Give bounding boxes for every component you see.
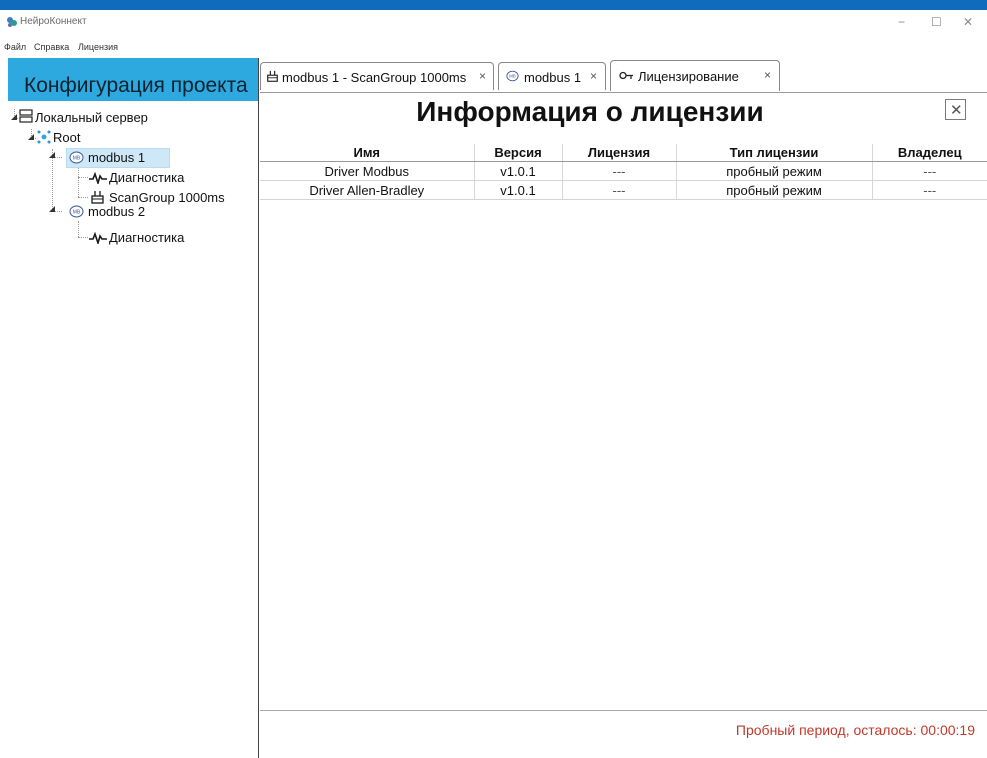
scangroup-icon: [267, 70, 278, 82]
tab-close-button[interactable]: ×: [590, 69, 597, 83]
svg-text:MB: MB: [509, 74, 516, 79]
cell-license-type: пробный режим: [675, 161, 872, 181]
main-content-area: modbus 1 - ScanGroup 1000ms × MB modbus …: [260, 58, 987, 758]
tree-guide: [78, 197, 88, 198]
key-icon: [619, 71, 633, 80]
project-tree: Локальный сервер Root MB modbus 1 Диагно…: [8, 101, 258, 401]
collapse-arrow-icon[interactable]: [10, 113, 18, 121]
scangroup-icon: [91, 191, 104, 204]
project-config-header: Конфигурация проекта: [8, 58, 258, 101]
tree-item-modbus1-diagnostics[interactable]: Диагностика: [109, 170, 184, 185]
tree-item-modbus2-diagnostics[interactable]: Диагностика: [109, 230, 184, 245]
project-config-panel: Конфигурация проекта Локальный сервер Ro…: [8, 58, 259, 758]
root-network-icon: [37, 130, 51, 144]
tab-modbus1[interactable]: MB modbus 1 ×: [498, 62, 606, 90]
tab-close-button[interactable]: ×: [479, 69, 486, 83]
project-config-title: Конфигурация проекта: [24, 74, 248, 97]
table-row[interactable]: Driver Modbus v1.0.1 --- пробный режим -…: [260, 161, 987, 181]
column-header-license-type[interactable]: Тип лицензии: [675, 144, 872, 162]
status-separator: [260, 710, 987, 711]
license-table: Имя Версия Лицензия Тип лицензии Владеле…: [260, 144, 987, 200]
cell-name: Driver Modbus: [260, 161, 474, 181]
collapse-arrow-icon[interactable]: [27, 133, 35, 141]
column-header-version[interactable]: Версия: [473, 144, 562, 162]
tree-guide: [78, 177, 88, 178]
close-page-button[interactable]: ✕: [945, 99, 966, 120]
column-header-name[interactable]: Имя: [260, 144, 474, 162]
cell-license-type: пробный режим: [675, 180, 872, 200]
tree-item-scangroup[interactable]: ScanGroup 1000ms: [109, 190, 225, 205]
server-icon: [19, 109, 33, 123]
trial-status-text: Пробный период, осталось: 00:00:19: [735, 722, 975, 738]
app-logo-icon: [7, 17, 17, 27]
modbus-device-icon: MB: [506, 70, 519, 82]
modbus-device-icon: MB: [69, 151, 84, 164]
column-header-license[interactable]: Лицензия: [561, 144, 676, 162]
menu-file[interactable]: Файл: [4, 42, 26, 52]
table-row[interactable]: Driver Allen-Bradley v1.0.1 --- пробный …: [260, 180, 987, 200]
cell-owner: ---: [871, 161, 987, 181]
modbus-device-icon: MB: [69, 205, 84, 218]
pulse-diagnostics-icon: [89, 232, 107, 244]
minimize-button[interactable]: −: [898, 16, 905, 28]
tree-item-modbus2[interactable]: modbus 2: [88, 204, 145, 219]
table-header-row: Имя Версия Лицензия Тип лицензии Владеле…: [260, 144, 987, 162]
tree-guide: [78, 167, 79, 197]
window-top-accent: [0, 0, 987, 10]
column-header-owner[interactable]: Владелец: [871, 144, 987, 162]
app-title: НейроКоннект: [20, 16, 87, 27]
tree-guide: [78, 237, 88, 238]
tree-item-root[interactable]: Root: [53, 130, 80, 145]
cell-name: Driver Allen-Bradley: [260, 180, 474, 200]
tab-licensing[interactable]: Лицензирование ×: [610, 60, 780, 91]
svg-text:MB: MB: [73, 156, 81, 162]
tab-close-button[interactable]: ×: [764, 68, 771, 82]
collapse-arrow-icon[interactable]: [48, 151, 56, 159]
tab-modbus1-scangroup[interactable]: modbus 1 - ScanGroup 1000ms ×: [260, 62, 494, 90]
tree-item-local-server[interactable]: Локальный сервер: [35, 110, 148, 125]
pulse-diagnostics-icon: [89, 172, 107, 184]
page-title: Информация о лицензии: [416, 96, 764, 127]
tree-guide: [78, 221, 79, 237]
close-window-button[interactable]: ✕: [963, 16, 973, 28]
cell-version: v1.0.1: [473, 180, 562, 200]
menu-help[interactable]: Справка: [34, 42, 69, 52]
tree-item-modbus1[interactable]: modbus 1: [88, 150, 145, 165]
cell-license: ---: [561, 161, 676, 181]
tab-label: Лицензирование: [638, 69, 739, 84]
svg-text:MB: MB: [73, 210, 81, 216]
menu-license[interactable]: Лицензия: [78, 42, 118, 52]
cell-license: ---: [561, 180, 676, 200]
tab-label: modbus 1 - ScanGroup 1000ms: [282, 70, 467, 85]
close-icon: ✕: [950, 102, 963, 119]
cell-owner: ---: [871, 180, 987, 200]
cell-version: v1.0.1: [473, 161, 562, 181]
collapse-arrow-icon[interactable]: [48, 205, 56, 213]
maximize-button[interactable]: ☐: [931, 16, 942, 28]
title-bar: [0, 10, 987, 40]
tab-label: modbus 1: [524, 70, 582, 85]
